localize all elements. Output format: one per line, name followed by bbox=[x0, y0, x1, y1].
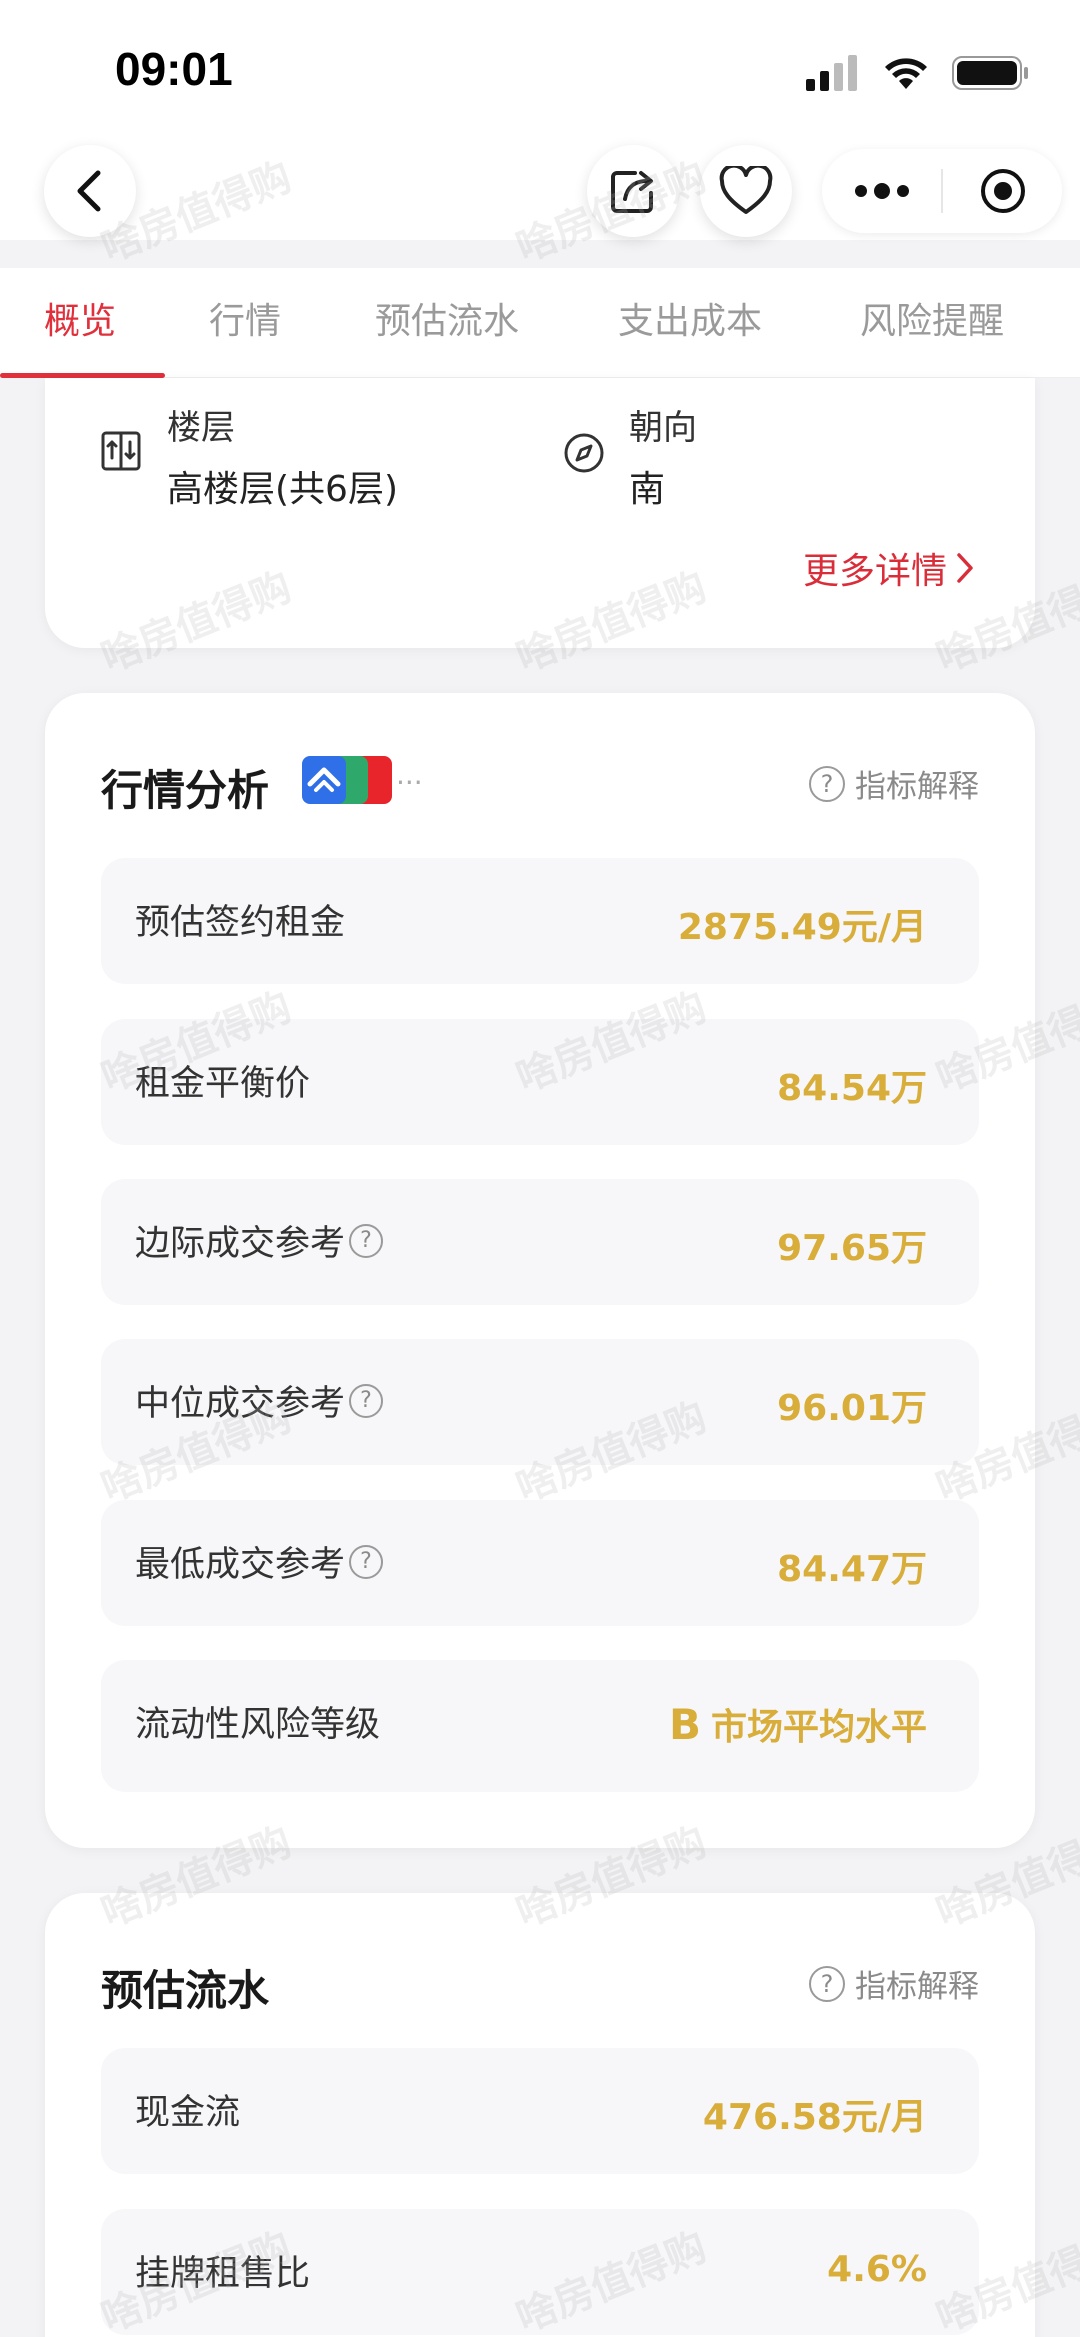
market-row-liquidity: 流动性风险等级 B 市场平均水平 bbox=[101, 1660, 979, 1792]
floor-icon bbox=[101, 431, 141, 471]
flow-row-rent-sale-ratio: 挂牌租售比 4.6% bbox=[101, 2209, 979, 2335]
market-row-median: 中位成交参考 ? 96.01万 bbox=[101, 1339, 979, 1465]
close-mini-program-button[interactable] bbox=[943, 149, 1062, 233]
chevron-right-icon bbox=[957, 553, 973, 583]
market-row-balance-price: 租金平衡价 84.54万 bbox=[101, 1019, 979, 1145]
row-label-with-help: 中位成交参考 ? bbox=[135, 1375, 384, 1426]
tab-overview[interactable]: 概览 bbox=[44, 292, 116, 344]
battery-icon bbox=[952, 56, 1028, 90]
property-info-card: 楼层 高楼层(共6层) 朝向 南 更多详情 bbox=[45, 378, 1035, 648]
row-value: 84.47万 bbox=[777, 1549, 927, 1590]
row-label: 流动性风险等级 bbox=[135, 1705, 381, 1745]
row-label: 租金平衡价 bbox=[135, 1064, 311, 1104]
row-label: 现金流 bbox=[135, 2093, 241, 2133]
row-label-with-help: 边际成交参考 ? bbox=[135, 1215, 384, 1266]
row-value: 97.65万 bbox=[777, 1228, 927, 1269]
help-icon[interactable]: ? bbox=[349, 1383, 384, 1418]
row-value: 4.6% bbox=[827, 2249, 927, 2290]
chevron-left-icon bbox=[77, 170, 101, 212]
status-bar: 09:01 bbox=[0, 0, 1080, 140]
market-row-lowest: 最低成交参考 ? 84.47万 bbox=[101, 1500, 979, 1626]
help-icon[interactable]: ? bbox=[349, 1223, 384, 1258]
market-explain-label: 指标解释 bbox=[855, 769, 979, 805]
compass-icon bbox=[564, 433, 604, 473]
tab-market[interactable]: 行情 bbox=[209, 292, 281, 344]
flow-explain-button[interactable]: ? 指标解释 bbox=[809, 1961, 979, 2006]
market-row-marginal: 边际成交参考 ? 97.65万 bbox=[101, 1179, 979, 1305]
orientation-label: 朝向 bbox=[629, 408, 697, 448]
more-sources-ellipsis: ··· bbox=[396, 766, 423, 799]
more-menu-button[interactable] bbox=[822, 149, 941, 233]
market-analysis-card: 行情分析 ? 指标解释 预估签约租金 2875.49元/月 租金平衡价 84.5… bbox=[45, 693, 1035, 1848]
data-source-logos-icon bbox=[302, 756, 392, 804]
tab-expense-cost[interactable]: 支出成本 bbox=[618, 292, 762, 344]
share-icon bbox=[611, 171, 653, 213]
back-button[interactable] bbox=[44, 145, 136, 237]
row-label: 预估签约租金 bbox=[135, 903, 346, 943]
tab-risk-alert[interactable]: 风险提醒 bbox=[860, 292, 1004, 344]
liquidity-text: 市场平均水平 bbox=[710, 1707, 927, 1748]
help-icon: ? bbox=[809, 765, 845, 802]
cellular-signal-icon bbox=[806, 55, 857, 91]
help-icon: ? bbox=[809, 1965, 845, 2002]
more-details-link[interactable]: 更多详情 bbox=[803, 542, 975, 594]
tab-estimated-flow[interactable]: 预估流水 bbox=[375, 292, 519, 344]
liquidity-value: B 市场平均水平 bbox=[669, 1698, 927, 1750]
row-value: 84.54万 bbox=[777, 1068, 927, 1109]
favorite-button[interactable] bbox=[700, 145, 792, 237]
target-icon bbox=[980, 169, 1025, 213]
row-label-with-help: 最低成交参考 ? bbox=[135, 1536, 384, 1587]
tab-bar: 概览 行情 预估流水 支出成本 风险提醒 bbox=[0, 268, 1080, 378]
row-label-text: 中位成交参考 bbox=[135, 1384, 346, 1424]
row-label-text: 边际成交参考 bbox=[135, 1224, 346, 1264]
wifi-icon bbox=[885, 58, 927, 89]
row-value: 96.01万 bbox=[777, 1388, 927, 1429]
heart-icon bbox=[719, 166, 773, 214]
flow-row-cashflow: 现金流 476.58元/月 bbox=[101, 2048, 979, 2174]
market-explain-button[interactable]: ? 指标解释 bbox=[809, 761, 979, 806]
estimated-flow-card: 预估流水 ? 指标解释 现金流 476.58元/月 挂牌租售比 4.6% bbox=[45, 1893, 1035, 2337]
mini-program-capsule bbox=[822, 149, 1062, 233]
market-row-rent: 预估签约租金 2875.49元/月 bbox=[101, 858, 979, 984]
orientation-value: 南 bbox=[629, 469, 666, 510]
more-dots-icon bbox=[854, 183, 909, 199]
status-time: 09:01 bbox=[115, 43, 233, 95]
share-button[interactable] bbox=[587, 145, 679, 237]
market-analysis-title: 行情分析 bbox=[101, 766, 270, 815]
row-value: 2875.49元/月 bbox=[677, 907, 927, 948]
flow-explain-label: 指标解释 bbox=[855, 1969, 979, 2005]
estimated-flow-title: 预估流水 bbox=[101, 1966, 270, 2015]
floor-value: 高楼层(共6层) bbox=[167, 469, 398, 510]
row-label-text: 最低成交参考 bbox=[135, 1545, 346, 1585]
help-icon[interactable]: ? bbox=[349, 1544, 384, 1579]
status-icons bbox=[806, 50, 1030, 96]
row-value: 476.58元/月 bbox=[702, 2097, 927, 2138]
row-label: 挂牌租售比 bbox=[135, 2254, 311, 2294]
floor-label: 楼层 bbox=[167, 408, 235, 448]
more-details-label: 更多详情 bbox=[802, 551, 947, 592]
liquidity-grade: B bbox=[668, 1700, 701, 1749]
